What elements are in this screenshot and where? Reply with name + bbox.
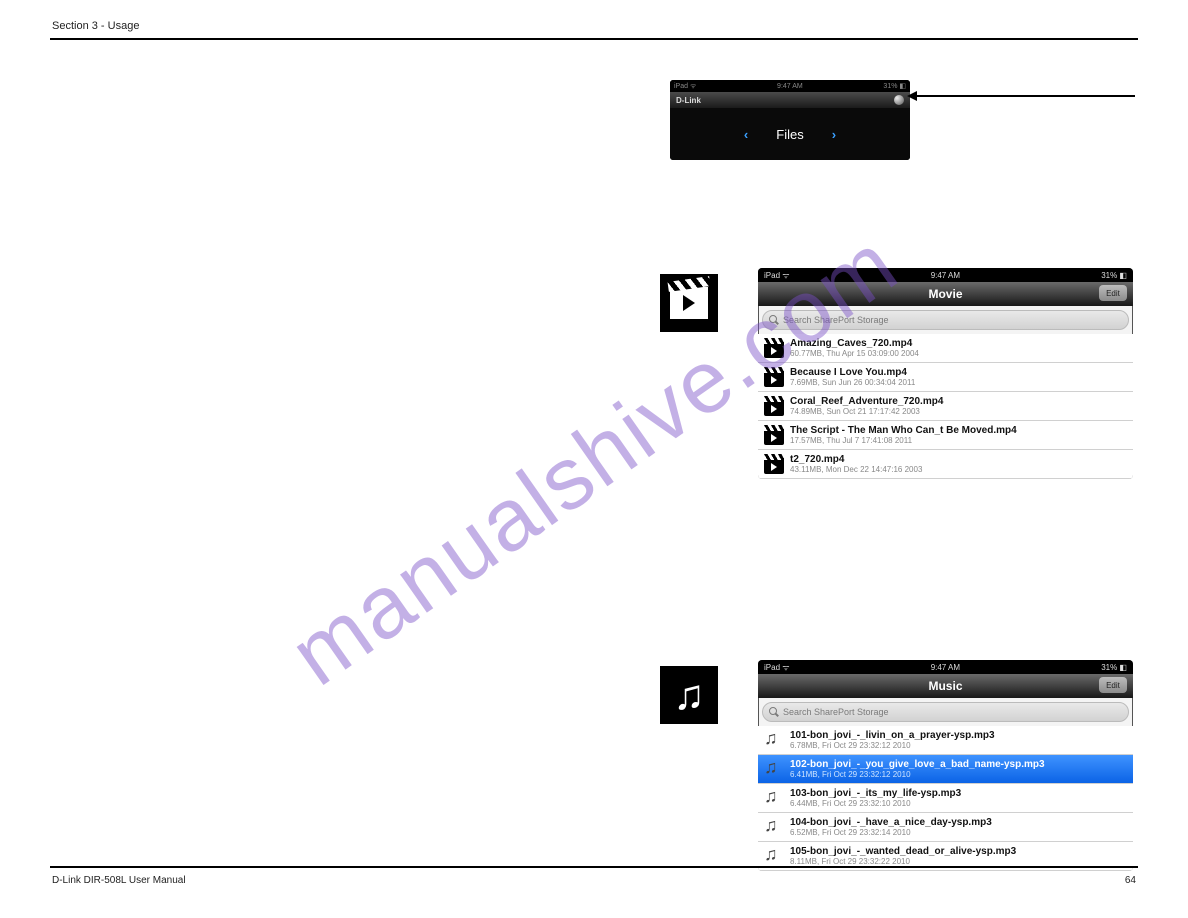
brand-label: D-Link — [676, 96, 701, 105]
clapper-icon — [764, 454, 784, 474]
edit-button[interactable]: Edit — [1099, 677, 1127, 693]
list-item[interactable]: 101-bon_jovi_-_livin_on_a_prayer-ysp.mp3… — [758, 726, 1133, 755]
status-left: iPad ᯤ — [764, 662, 790, 673]
music-list: 101-bon_jovi_-_livin_on_a_prayer-ysp.mp3… — [758, 726, 1133, 871]
status-left: iPad ᯤ — [674, 82, 696, 91]
clapper-icon — [764, 396, 784, 416]
file-name: Coral_Reef_Adventure_720.mp4 — [790, 396, 943, 407]
clapper-icon — [764, 425, 784, 445]
edit-button[interactable]: Edit — [1099, 285, 1127, 301]
file-name: 102-bon_jovi_-_you_give_love_a_bad_name-… — [790, 759, 1045, 770]
footer-manual-title: D-Link DIR-508L User Manual — [52, 875, 186, 886]
file-name: 105-bon_jovi_-_wanted_dead_or_alive-ysp.… — [790, 846, 1016, 857]
footer-divider — [50, 866, 1138, 868]
callout-arrow — [915, 95, 1135, 97]
music-note-icon — [764, 817, 784, 837]
movie-list: Amazing_Caves_720.mp4 60.77MB, Thu Apr 1… — [758, 334, 1133, 479]
music-note-icon: ♫ — [673, 674, 705, 716]
music-note-icon — [764, 730, 784, 750]
list-item[interactable]: Amazing_Caves_720.mp4 60.77MB, Thu Apr 1… — [758, 334, 1133, 363]
nav-title: Files — [776, 127, 803, 142]
status-time: 9:47 AM — [931, 271, 960, 280]
status-time: 9:47 AM — [931, 663, 960, 672]
search-icon — [769, 315, 779, 325]
list-item[interactable]: 104-bon_jovi_-_have_a_nice_day-ysp.mp3 6… — [758, 813, 1133, 842]
search-placeholder: Search SharePort Storage — [783, 707, 889, 717]
file-name: Amazing_Caves_720.mp4 — [790, 338, 919, 349]
file-meta: 6.44MB, Fri Oct 29 23:32:10 2010 — [790, 800, 961, 808]
status-battery: 31% ◧ — [1101, 663, 1127, 672]
music-note-icon — [764, 846, 784, 866]
file-meta: 7.69MB, Sun Jun 26 00:34:04 2011 — [790, 379, 915, 387]
music-screenshot: iPad ᯤ 9:47 AM 31% ◧ Music Edit Search S… — [758, 660, 1133, 871]
search-input[interactable]: Search SharePort Storage — [762, 702, 1129, 722]
search-input[interactable]: Search SharePort Storage — [762, 310, 1129, 330]
gear-icon[interactable] — [894, 95, 904, 105]
files-header-screenshot: iPad ᯤ 9:47 AM 31% ◧ D-Link ‹ Files › — [670, 80, 910, 160]
file-meta: 60.77MB, Thu Apr 15 03:09:00 2004 — [790, 350, 919, 358]
list-item[interactable]: Because I Love You.mp4 7.69MB, Sun Jun 2… — [758, 363, 1133, 392]
nav-next-button[interactable]: › — [832, 127, 836, 142]
screen-title: Movie — [928, 287, 962, 301]
clapper-icon — [764, 338, 784, 358]
file-meta: 6.52MB, Fri Oct 29 23:32:14 2010 — [790, 829, 992, 837]
file-meta: 8.11MB, Fri Oct 29 23:32:22 2010 — [790, 858, 1016, 866]
list-item[interactable]: Coral_Reef_Adventure_720.mp4 74.89MB, Su… — [758, 392, 1133, 421]
list-item[interactable]: 103-bon_jovi_-_its_my_life-ysp.mp3 6.44M… — [758, 784, 1133, 813]
screen-title: Music — [928, 679, 962, 693]
list-item[interactable]: t2_720.mp4 43.11MB, Mon Dec 22 14:47:16 … — [758, 450, 1133, 479]
nav-prev-button[interactable]: ‹ — [744, 127, 748, 142]
music-section-icon: ♫ — [660, 666, 718, 724]
section-heading: Section 3 - Usage — [52, 20, 139, 32]
search-placeholder: Search SharePort Storage — [783, 315, 889, 325]
file-name: t2_720.mp4 — [790, 454, 922, 465]
file-meta: 43.11MB, Mon Dec 22 14:47:16 2003 — [790, 466, 922, 474]
header-divider — [50, 38, 1138, 40]
file-name: The Script - The Man Who Can_t Be Moved.… — [790, 425, 1017, 436]
list-item-selected[interactable]: 102-bon_jovi_-_you_give_love_a_bad_name-… — [758, 755, 1133, 784]
file-name: Because I Love You.mp4 — [790, 367, 915, 378]
movie-section-icon — [660, 274, 718, 332]
status-battery: 31% ◧ — [1101, 271, 1127, 280]
status-left: iPad ᯤ — [764, 270, 790, 281]
file-name: 103-bon_jovi_-_its_my_life-ysp.mp3 — [790, 788, 961, 799]
file-meta: 6.78MB, Fri Oct 29 23:32:12 2010 — [790, 742, 995, 750]
status-time: 9:47 AM — [777, 83, 803, 90]
search-icon — [769, 707, 779, 717]
music-note-icon — [764, 759, 784, 779]
music-note-icon — [764, 788, 784, 808]
file-meta: 74.89MB, Sun Oct 21 17:17:42 2003 — [790, 408, 943, 416]
status-battery: 31% ◧ — [883, 82, 906, 90]
file-name: 104-bon_jovi_-_have_a_nice_day-ysp.mp3 — [790, 817, 992, 828]
file-name: 101-bon_jovi_-_livin_on_a_prayer-ysp.mp3 — [790, 730, 995, 741]
file-meta: 17.57MB, Thu Jul 7 17:41:08 2011 — [790, 437, 1017, 445]
movie-screenshot: iPad ᯤ 9:47 AM 31% ◧ Movie Edit Search S… — [758, 268, 1133, 479]
clapper-icon — [764, 367, 784, 387]
file-meta: 6.41MB, Fri Oct 29 23:32:12 2010 — [790, 771, 1045, 779]
footer-page-number: 64 — [1125, 875, 1136, 886]
list-item[interactable]: The Script - The Man Who Can_t Be Moved.… — [758, 421, 1133, 450]
